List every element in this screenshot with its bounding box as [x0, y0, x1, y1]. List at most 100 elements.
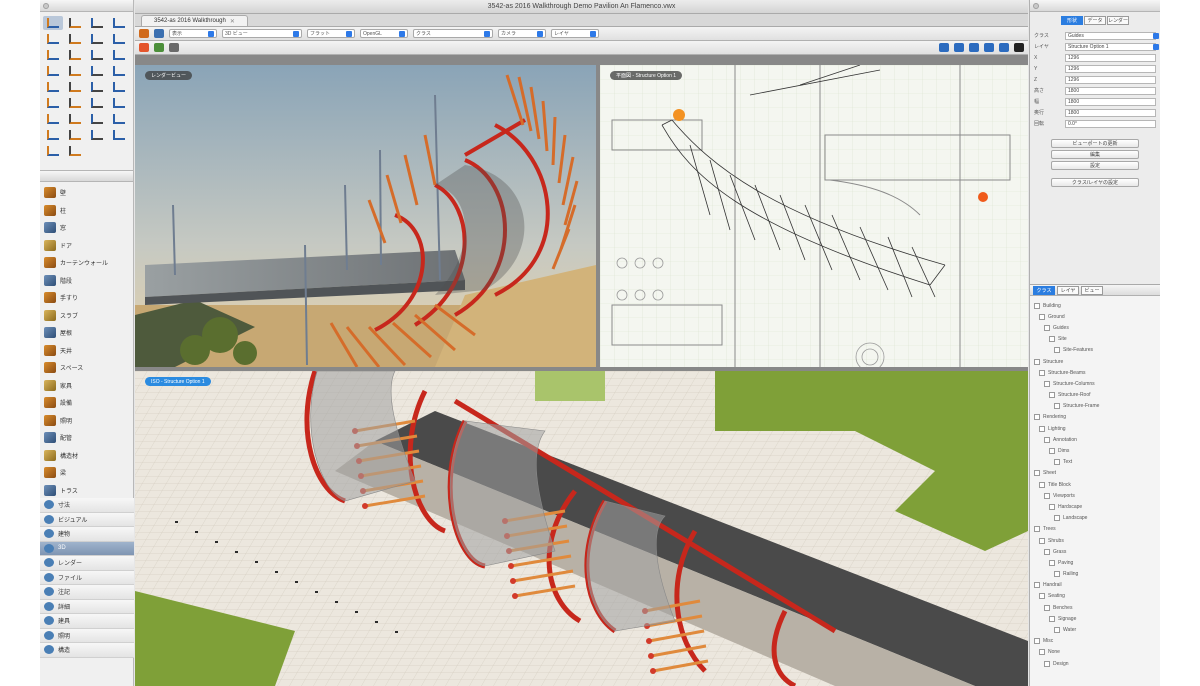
render-viewport[interactable]: レンダービュー	[135, 65, 596, 367]
3d-rotate-tool-button[interactable]	[65, 32, 85, 46]
visibility-checkbox[interactable]	[1044, 436, 1050, 443]
offset-tool-button[interactable]	[87, 96, 107, 110]
double-line-tool-button[interactable]	[65, 48, 85, 62]
polyline-tool-button[interactable]	[109, 64, 129, 78]
visibility-checkbox[interactable]	[1054, 459, 1060, 466]
obj-info-field[interactable]: 1296	[1065, 53, 1156, 62]
snap-icon-5[interactable]	[999, 43, 1009, 52]
tool-set-button[interactable]: 注記	[40, 585, 134, 600]
quarter-arc-tool-button[interactable]	[43, 96, 63, 110]
navigation-tree-row[interactable]: Building	[1034, 300, 1160, 311]
snap-icon-3[interactable]	[969, 43, 979, 52]
visibility-checkbox[interactable]	[1049, 503, 1055, 510]
tool-set-button[interactable]: 建具	[40, 614, 134, 629]
snap-icon-1[interactable]	[939, 43, 949, 52]
obj-info-field[interactable]: 1800	[1065, 97, 1156, 106]
navigation-tree-row[interactable]: Rendering	[1034, 412, 1160, 423]
tool-set-item[interactable]: ドア	[40, 237, 133, 255]
plan-viewport[interactable]: 平面図 - Structure Option 1	[600, 65, 1028, 367]
spiral-tool-button[interactable]	[87, 80, 107, 94]
regular-polygon-tool-button[interactable]	[65, 80, 85, 94]
eyedropper-tool-button[interactable]	[65, 96, 85, 110]
navigation-tree-row[interactable]: Structure-Beams	[1034, 367, 1160, 378]
view-popup[interactable]: フラット	[307, 29, 355, 38]
tool-set-item[interactable]: 配管	[40, 429, 133, 447]
tool-set-button[interactable]: 構造	[40, 643, 134, 658]
visibility-checkbox[interactable]	[1054, 347, 1060, 354]
visibility-checkbox[interactable]	[1039, 649, 1045, 656]
tool-set-item[interactable]: 柱	[40, 202, 133, 220]
navigation-tree-row[interactable]: Grass	[1034, 546, 1160, 557]
visibility-checkbox[interactable]	[1044, 548, 1050, 555]
navigation-tree-row[interactable]: Dims	[1034, 445, 1160, 456]
obj-info-field[interactable]: 1800	[1065, 86, 1156, 95]
viewport-label-plan[interactable]: 平面図 - Structure Option 1	[610, 71, 683, 80]
navigation-tree-row[interactable]: Landscape	[1034, 513, 1160, 524]
tool-set-button[interactable]: 照明	[40, 628, 134, 643]
view-popup[interactable]: カメラ	[498, 29, 546, 38]
navigation-tree-row[interactable]: None	[1034, 647, 1160, 658]
polygon-tool-button[interactable]	[43, 80, 63, 94]
navigation-tree-row[interactable]: Signage	[1034, 613, 1160, 624]
visibility-checkbox[interactable]	[1039, 481, 1045, 488]
stake-tool-button[interactable]	[87, 128, 107, 142]
navigation-tab[interactable]: レイヤ	[1057, 285, 1079, 295]
viewport-label-render[interactable]: レンダービュー	[145, 71, 193, 80]
obj-info-titlebar[interactable]	[1030, 0, 1160, 12]
tool-set-item[interactable]: 天井	[40, 342, 133, 360]
select-tool-button[interactable]	[43, 16, 63, 30]
visibility-checkbox[interactable]	[1049, 615, 1055, 622]
tool-set-item[interactable]: 設備	[40, 394, 133, 412]
snap-icon-4[interactable]	[984, 43, 994, 52]
navigation-tab[interactable]: クラス	[1033, 285, 1055, 295]
tool-set-button[interactable]: レンダー	[40, 556, 134, 571]
mode-icon-1[interactable]	[139, 43, 149, 52]
tool-set-button[interactable]: ファイル	[40, 570, 134, 585]
obj-info-tab[interactable]: レンダー	[1107, 16, 1129, 25]
line-tool-button[interactable]	[43, 48, 63, 62]
tool-set-item[interactable]: カーテンウォール	[40, 254, 133, 272]
obj-info-tab[interactable]: 形状	[1061, 16, 1083, 25]
navigation-tree-row[interactable]: Paving	[1034, 557, 1160, 568]
view-popup[interactable]: 表示	[169, 29, 217, 38]
tool-set-button[interactable]: 詳細	[40, 599, 134, 614]
navigation-tab[interactable]: ビュー	[1081, 285, 1103, 295]
navigation-tree-row[interactable]: Misc	[1034, 636, 1160, 647]
visibility-checkbox[interactable]	[1054, 571, 1060, 578]
tool-set-item[interactable]: 家具	[40, 377, 133, 395]
obj-info-button[interactable]: 設定	[1051, 161, 1139, 170]
viewport-label-iso[interactable]: ISO - Structure Option 1	[145, 377, 211, 386]
mode-icon-2[interactable]	[154, 43, 164, 52]
snap-icon-6[interactable]	[1014, 43, 1024, 52]
navigation-tree-row[interactable]: Sheet	[1034, 468, 1160, 479]
tool-set-item[interactable]: スペース	[40, 359, 133, 377]
view-popup[interactable]: OpenGL	[360, 29, 408, 38]
column-tool-button[interactable]	[65, 144, 85, 158]
drawing-area[interactable]: レンダービュー 平面図 - Structure Option 1 ISO - S…	[135, 55, 1028, 686]
tool-set-button[interactable]: 寸法	[40, 498, 134, 513]
2d-reshape-tool-button[interactable]	[43, 32, 63, 46]
visibility-checkbox[interactable]	[1044, 604, 1050, 611]
flyover-tool-button[interactable]	[87, 16, 107, 30]
navigation-tree-row[interactable]: Seating	[1034, 591, 1160, 602]
navigation-tree-row[interactable]: Structure-Frame	[1034, 401, 1160, 412]
callout-tool-button[interactable]	[109, 128, 129, 142]
navigation-tree-row[interactable]: Lighting	[1034, 423, 1160, 434]
visibility-checkbox[interactable]	[1044, 324, 1050, 331]
connect-tool-button[interactable]	[109, 112, 129, 126]
split-tool-button[interactable]	[65, 112, 85, 126]
visibility-checkbox[interactable]	[1034, 638, 1040, 645]
view-popup[interactable]: レイヤ	[551, 29, 599, 38]
visibility-checkbox[interactable]	[1044, 492, 1050, 499]
navigation-tree-row[interactable]: Railing	[1034, 569, 1160, 580]
circle-tool-button[interactable]	[43, 64, 63, 78]
visibility-checkbox[interactable]	[1039, 425, 1045, 432]
basic-palette-titlebar[interactable]	[40, 0, 133, 12]
visibility-checkbox[interactable]	[1034, 470, 1040, 477]
freehand-tool-button[interactable]	[87, 64, 107, 78]
tool-set-button[interactable]: 建物	[40, 527, 134, 542]
close-palette-dot[interactable]	[43, 2, 49, 9]
flyover-icon[interactable]	[139, 29, 149, 38]
tool-set-item[interactable]: スラブ	[40, 307, 133, 325]
obj-info-button[interactable]: クラス/レイヤの設定	[1051, 178, 1139, 187]
